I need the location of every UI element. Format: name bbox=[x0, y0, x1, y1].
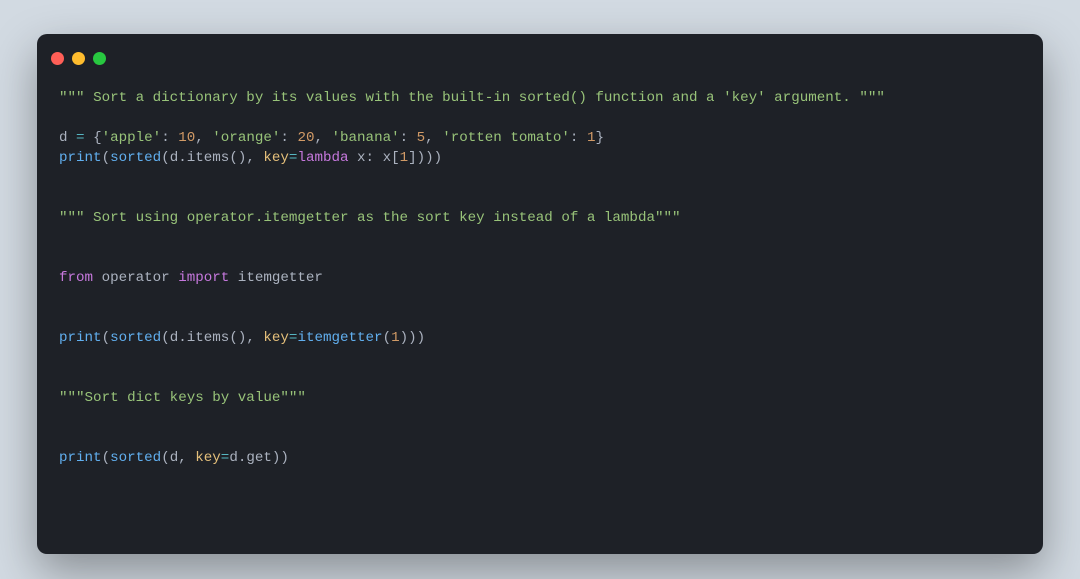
print-call-1: print bbox=[59, 150, 102, 166]
code-area: """ Sort a dictionary by its values with… bbox=[37, 70, 1043, 490]
docstring-1: """ Sort a dictionary by its values with… bbox=[59, 90, 885, 106]
print-call-2: print bbox=[59, 330, 102, 346]
docstring-2: """ Sort using operator.itemgetter as th… bbox=[59, 210, 681, 226]
titlebar bbox=[37, 34, 1043, 70]
close-icon[interactable] bbox=[51, 52, 64, 65]
docstring-3: """Sort dict keys by value""" bbox=[59, 390, 306, 406]
zoom-icon[interactable] bbox=[93, 52, 106, 65]
print-call-3: print bbox=[59, 450, 102, 466]
var-d: d bbox=[59, 130, 76, 146]
minimize-icon[interactable] bbox=[72, 52, 85, 65]
code-window: """ Sort a dictionary by its values with… bbox=[37, 34, 1043, 554]
